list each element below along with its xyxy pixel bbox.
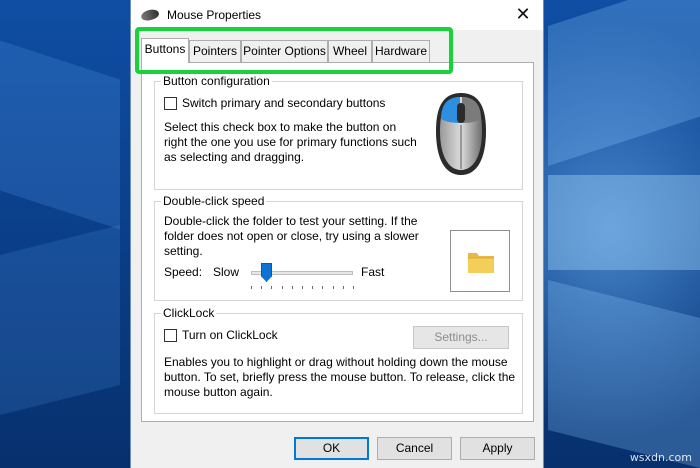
tab-wheel[interactable]: Wheel (328, 40, 372, 62)
double-click-description-line: folder does not open or close, try using… (164, 229, 419, 243)
button-configuration-description-line: as selecting and dragging. (164, 150, 305, 164)
clicklock-description-line: Enables you to highlight or drag without… (164, 355, 508, 369)
ok-button[interactable]: OK (294, 437, 369, 460)
mouse-illustration-icon (436, 93, 486, 175)
switch-buttons-label[interactable]: Switch primary and secondary buttons (182, 96, 385, 111)
watermark: wsxdn.com (629, 451, 692, 464)
mouse-icon (140, 7, 160, 23)
tab-hardware[interactable]: Hardware (372, 40, 430, 62)
button-configuration-description-line: right the one you use for primary functi… (164, 135, 417, 149)
tab-panel-buttons: Button configuration Switch primary and … (141, 62, 534, 422)
slider-tick (292, 286, 293, 289)
clicklock-description-line: button. To set, briefly press the mouse … (164, 370, 516, 384)
cancel-button[interactable]: Cancel (377, 437, 452, 460)
double-click-speed-legend: Double-click speed (161, 194, 267, 208)
clicklock-label[interactable]: Turn on ClickLock (182, 328, 278, 343)
double-click-description-line: setting. (164, 244, 203, 258)
slider-tick (251, 286, 252, 289)
tab-pointers[interactable]: Pointers (189, 40, 241, 62)
clicklock-description-line: mouse button again. (164, 385, 273, 399)
double-click-speed-group: Double-click speed Double-click the fold… (154, 194, 523, 301)
test-folder-area[interactable] (450, 230, 510, 292)
slow-label: Slow (213, 265, 240, 279)
title-bar[interactable]: Mouse Properties ✕ (131, 0, 543, 30)
button-configuration-group: Button configuration Switch primary and … (154, 74, 523, 190)
wallpaper-light-beam (548, 0, 700, 166)
wallpaper-light-beam (548, 280, 700, 468)
tab-buttons[interactable]: Buttons (141, 38, 189, 63)
button-configuration-legend: Button configuration (161, 74, 272, 88)
slider-tick (302, 286, 303, 289)
wallpaper-light-beam (0, 225, 120, 415)
slider-tick (322, 286, 323, 289)
double-click-speed-slider-thumb[interactable] (261, 263, 272, 282)
clicklock-group: ClickLock Turn on ClickLock Settings... … (154, 306, 523, 414)
fast-label: Fast (361, 265, 385, 279)
slider-tick (312, 286, 313, 289)
wallpaper-light-beam (0, 40, 120, 230)
clicklock-checkbox[interactable] (164, 329, 177, 342)
speed-label: Speed: (164, 265, 203, 279)
apply-button[interactable]: Apply (460, 437, 535, 460)
close-button[interactable]: ✕ (503, 0, 543, 30)
wallpaper-light-beam (548, 175, 700, 270)
slider-tick (353, 286, 354, 289)
slider-tick (333, 286, 334, 289)
clicklock-legend: ClickLock (161, 306, 217, 320)
folder-icon[interactable] (466, 247, 496, 277)
slider-tick (282, 286, 283, 289)
window-title: Mouse Properties (167, 8, 262, 22)
mouse-properties-window: Mouse Properties ✕ Buttons Pointers Poin… (130, 0, 544, 468)
switch-buttons-checkbox[interactable] (164, 97, 177, 110)
tab-pointer-options[interactable]: Pointer Options (241, 40, 328, 62)
slider-tick (271, 286, 272, 289)
slider-tick (343, 286, 344, 289)
button-configuration-description-line: Select this check box to make the button… (164, 120, 397, 134)
clicklock-settings-button[interactable]: Settings... (413, 326, 509, 349)
slider-tick (261, 286, 262, 289)
double-click-description-line: Double-click the folder to test your set… (164, 214, 418, 228)
